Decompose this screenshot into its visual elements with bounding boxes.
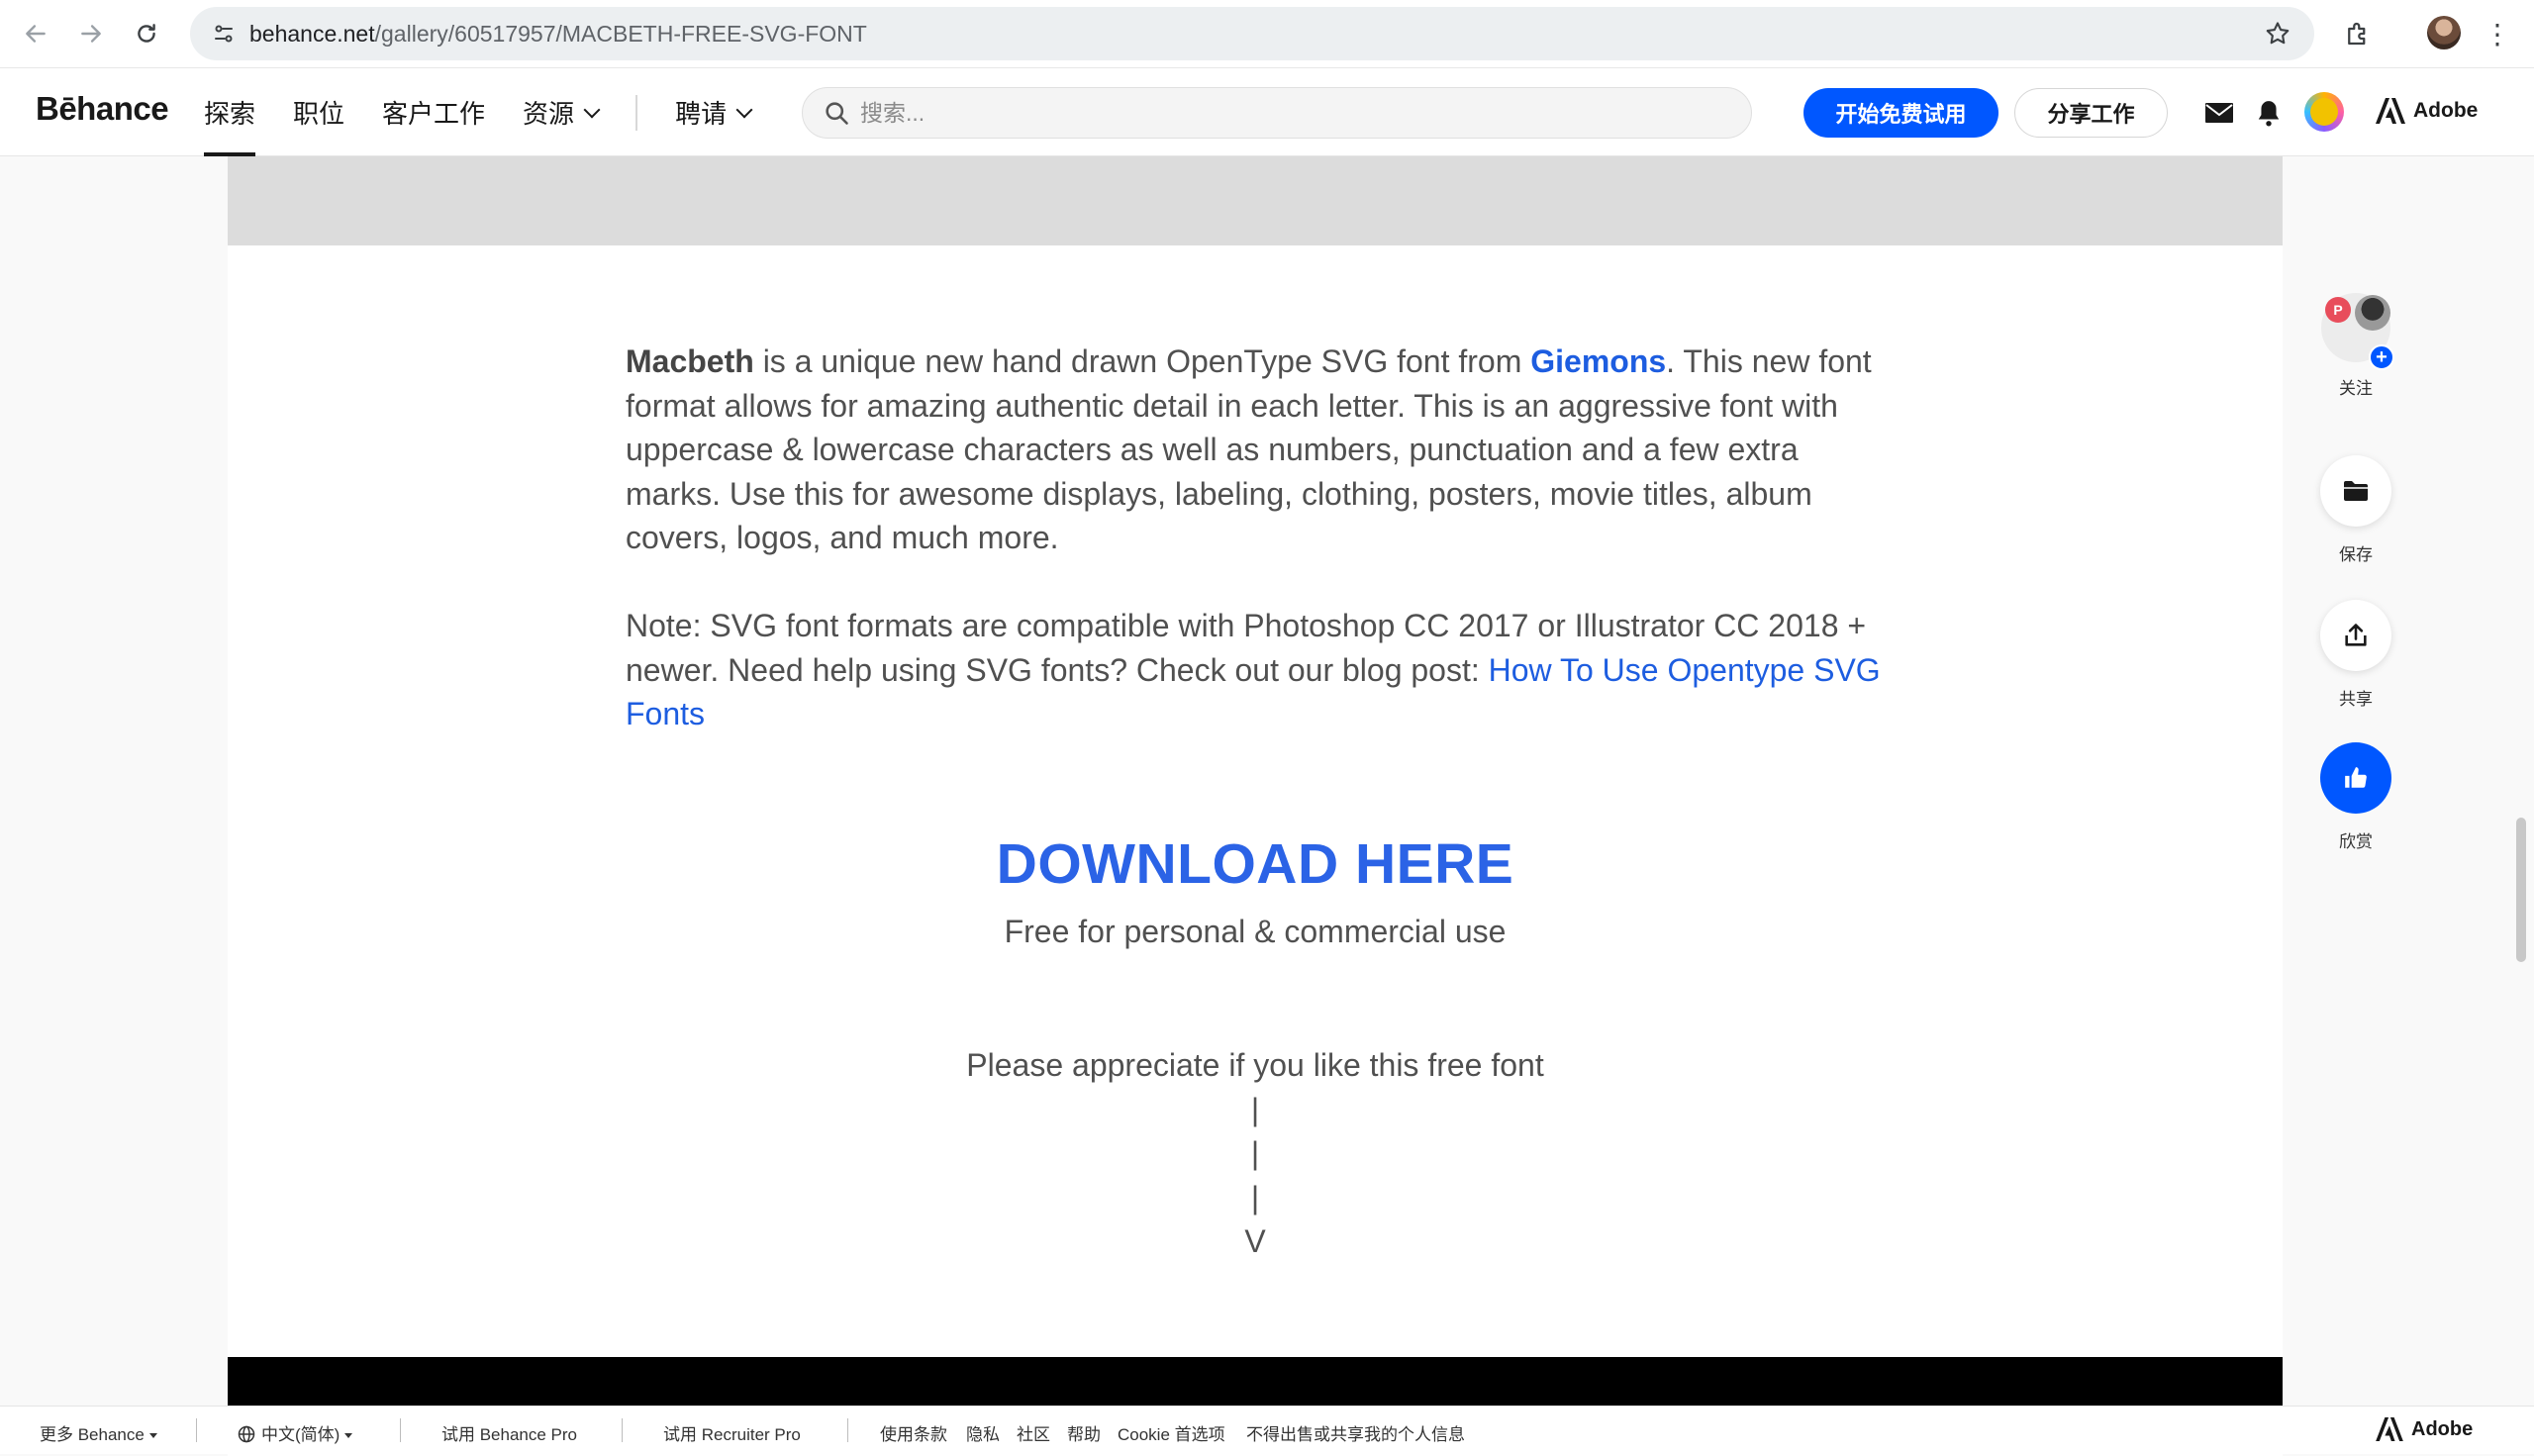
footer-privacy[interactable]: 隐私 <box>966 1420 1000 1445</box>
owner-avatar-red: P <box>2325 297 2351 323</box>
font-name: Macbeth <box>626 343 754 379</box>
owner-avatar-photo <box>2355 295 2390 331</box>
download-link[interactable]: DOWNLOAD HERE <box>228 831 2283 897</box>
arrow-line: | <box>1250 1135 1260 1171</box>
project-image-top <box>228 1357 2283 1412</box>
appreciate-request: Please appreciate if you like this free … <box>228 1043 2283 1264</box>
nav-explore[interactable]: 探索 <box>204 68 256 156</box>
browser-menu-icon[interactable]: ⋮ <box>2483 14 2512 53</box>
adobe-logo[interactable]: Adobe <box>2376 98 2478 124</box>
footer-help[interactable]: 帮助 <box>1067 1420 1101 1445</box>
footer-language-label: 中文(简体) <box>261 1425 341 1444</box>
browser-toolbar: behance.net/gallery/60517957/MACBETH-FRE… <box>0 0 2534 68</box>
thumbs-up-icon <box>2345 767 2367 788</box>
site-header: Bēhance 探索 职位 客户工作 资源 聘请 开始免费试用 分享工作 Ado… <box>0 68 2534 156</box>
adobe-icon <box>2376 98 2405 124</box>
footer-more-label: 更多 Behance <box>40 1425 145 1444</box>
footer-terms[interactable]: 使用条款 <box>880 1420 947 1445</box>
follow-action[interactable]: P + 关注 <box>2319 293 2394 399</box>
footer-divider <box>847 1418 848 1442</box>
giemons-link[interactable]: Giemons <box>1530 343 1666 379</box>
footer-divider <box>622 1418 623 1442</box>
chevron-down-icon <box>583 101 601 118</box>
save-action[interactable]: 保存 <box>2320 455 2391 565</box>
footer-community[interactable]: 社区 <box>1017 1420 1050 1445</box>
share-work-button[interactable]: 分享工作 <box>2014 88 2168 138</box>
behance-logo[interactable]: Bēhance <box>36 90 169 128</box>
nav-resources[interactable]: 资源 <box>523 68 601 156</box>
mail-icon[interactable] <box>2202 96 2236 130</box>
start-free-trial-button[interactable]: 开始免费试用 <box>1803 88 1998 138</box>
search-icon <box>826 102 848 125</box>
page-scrollbar[interactable] <box>2516 818 2526 962</box>
forward-icon[interactable] <box>71 14 111 53</box>
search-bar[interactable] <box>802 87 1752 139</box>
footer-adobe-logo[interactable]: Adobe <box>2376 1417 2473 1441</box>
bookmark-star-icon[interactable] <box>2261 17 2294 50</box>
url-text[interactable]: behance.net/gallery/60517957/MACBETH-FRE… <box>249 21 867 48</box>
search-input[interactable] <box>860 99 1711 127</box>
nav-resources-label: 资源 <box>523 99 575 129</box>
arrow-head: V <box>1244 1223 1266 1259</box>
share-label: 共享 <box>2339 690 2373 709</box>
appreciate-action[interactable]: 欣赏 <box>2320 742 2391 852</box>
project-description: Macbeth is a unique new hand drawn OpenT… <box>626 340 1883 560</box>
owner-avatar[interactable]: P + <box>2319 293 2394 370</box>
footer-adobe-label: Adobe <box>2411 1417 2474 1440</box>
globe-icon <box>238 1425 255 1443</box>
footer-cookie-preferences[interactable]: Cookie 首选项 <box>1118 1420 1225 1445</box>
nav-jobs[interactable]: 职位 <box>293 68 344 156</box>
folder-icon <box>2344 481 2368 501</box>
extensions-icon[interactable] <box>2338 14 2378 53</box>
nav-hire[interactable]: 聘请 <box>675 68 753 156</box>
plus-icon[interactable]: + <box>2369 344 2394 370</box>
nav-divider <box>635 94 638 131</box>
appreciate-button[interactable] <box>2320 742 2391 814</box>
arrow-line: | <box>1250 1179 1260 1215</box>
footer-try-recruiter-pro[interactable]: 试用 Recruiter Pro <box>663 1420 801 1445</box>
project-content: Macbeth is a unique new hand drawn OpenT… <box>228 156 2283 1456</box>
appreciate-text: Please appreciate if you like this free … <box>966 1047 1544 1083</box>
description-part1: is a unique new hand drawn OpenType SVG … <box>753 343 1531 379</box>
follow-label: 关注 <box>2339 379 2373 398</box>
share-button[interactable] <box>2320 600 2391 671</box>
nav-hire-label: 聘请 <box>675 99 728 129</box>
project-image-bottom <box>228 156 2283 245</box>
adobe-icon <box>2376 1417 2403 1441</box>
back-icon[interactable] <box>16 14 55 53</box>
footer-divider <box>196 1418 197 1442</box>
notifications-bell-icon[interactable] <box>2252 96 2286 130</box>
caret-down-icon <box>344 1433 353 1439</box>
site-footer: 更多 Behance 中文(简体) 试用 Behance Pro 试用 Recr… <box>0 1406 2534 1454</box>
user-avatar[interactable] <box>2304 92 2344 132</box>
browser-profile-avatar[interactable] <box>2427 16 2461 49</box>
share-action[interactable]: 共享 <box>2320 600 2391 710</box>
save-button[interactable] <box>2320 455 2391 527</box>
site-info-icon[interactable] <box>204 14 244 53</box>
chevron-down-icon <box>735 101 753 118</box>
svg-note: Note: SVG font formats are compatible wi… <box>626 604 1893 736</box>
appreciate-label: 欣赏 <box>2339 832 2373 851</box>
footer-more-behance[interactable]: 更多 Behance <box>40 1420 157 1445</box>
footer-try-behance-pro[interactable]: 试用 Behance Pro <box>441 1420 577 1445</box>
adobe-brand-label: Adobe <box>2413 99 2479 122</box>
footer-language-select[interactable]: 中文(简体) <box>238 1420 353 1445</box>
save-label: 保存 <box>2339 545 2373 564</box>
caret-down-icon <box>148 1433 157 1439</box>
address-bar[interactable]: behance.net/gallery/60517957/MACBETH-FRE… <box>190 7 2314 60</box>
footer-do-not-sell[interactable]: 不得出售或共享我的个人信息 <box>1246 1420 1465 1445</box>
main-nav: 探索 职位 客户工作 资源 聘请 <box>204 68 788 156</box>
license-text: Free for personal & commercial use <box>1004 914 1507 949</box>
reload-icon[interactable] <box>127 14 166 53</box>
nav-client-work[interactable]: 客户工作 <box>382 68 485 156</box>
share-icon <box>2345 624 2367 646</box>
arrow-line: | <box>1250 1091 1260 1127</box>
footer-divider <box>400 1418 401 1442</box>
